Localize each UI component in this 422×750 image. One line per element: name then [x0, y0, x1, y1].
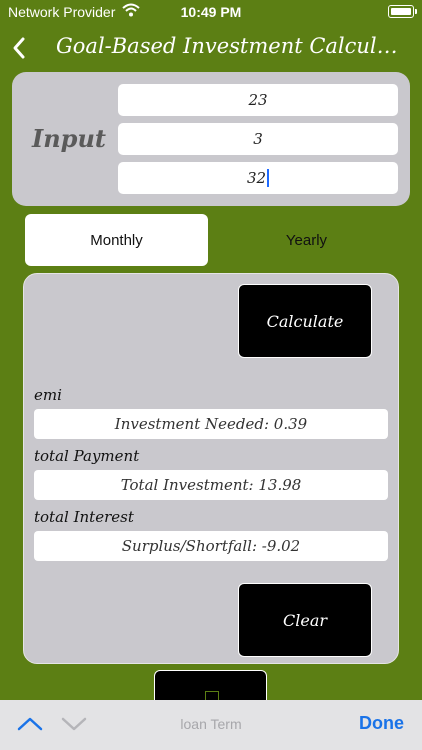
frequency-segmented-control: Monthly Yearly [25, 214, 400, 266]
back-chevron-icon[interactable] [8, 32, 32, 64]
rate-field-value: 3 [253, 130, 263, 148]
emi-value: Investment Needed: 0.39 [34, 409, 388, 439]
total-interest-value: Surplus/Shortfall: -9.02 [34, 531, 388, 561]
total-payment-value-text: Total Investment: 13.98 [120, 476, 302, 494]
clear-button[interactable]: Clear [238, 583, 372, 657]
amount-field-value: 23 [248, 91, 268, 109]
keyboard-accessory-toolbar: loan Term Done [0, 700, 422, 750]
battery-icon [388, 5, 417, 18]
page-title: Goal-Based Investment Calculat... [56, 34, 406, 58]
clock: 10:49 PM [180, 4, 242, 20]
status-bar: Network Provider 10:49 PM [0, 0, 422, 24]
nav-bar: Goal-Based Investment Calculat... [0, 26, 422, 70]
rate-field[interactable]: 3 [118, 123, 398, 155]
emi-value-text: Investment Needed: 0.39 [114, 415, 308, 433]
total-interest-value-text: Surplus/Shortfall: -9.02 [121, 537, 301, 555]
total-interest-label: total Interest [34, 508, 134, 526]
loan-term-field-value: 32 [246, 169, 267, 187]
results-card: Calculate emi Investment Needed: 0.39 to… [23, 273, 399, 664]
total-payment-value: Total Investment: 13.98 [34, 470, 388, 500]
segment-monthly[interactable]: Monthly [25, 214, 208, 266]
amount-field[interactable]: 23 [118, 84, 398, 116]
total-payment-label: total Payment [34, 447, 140, 465]
input-card: Input 23 3 32 [12, 72, 410, 206]
calculate-button[interactable]: Calculate [238, 284, 372, 358]
input-heading: Input [32, 124, 106, 153]
segment-yearly[interactable]: Yearly [213, 214, 400, 266]
emi-label: emi [34, 386, 62, 404]
text-cursor [267, 169, 270, 187]
done-button[interactable]: Done [359, 713, 404, 734]
loan-term-field[interactable]: 32 [118, 162, 398, 194]
